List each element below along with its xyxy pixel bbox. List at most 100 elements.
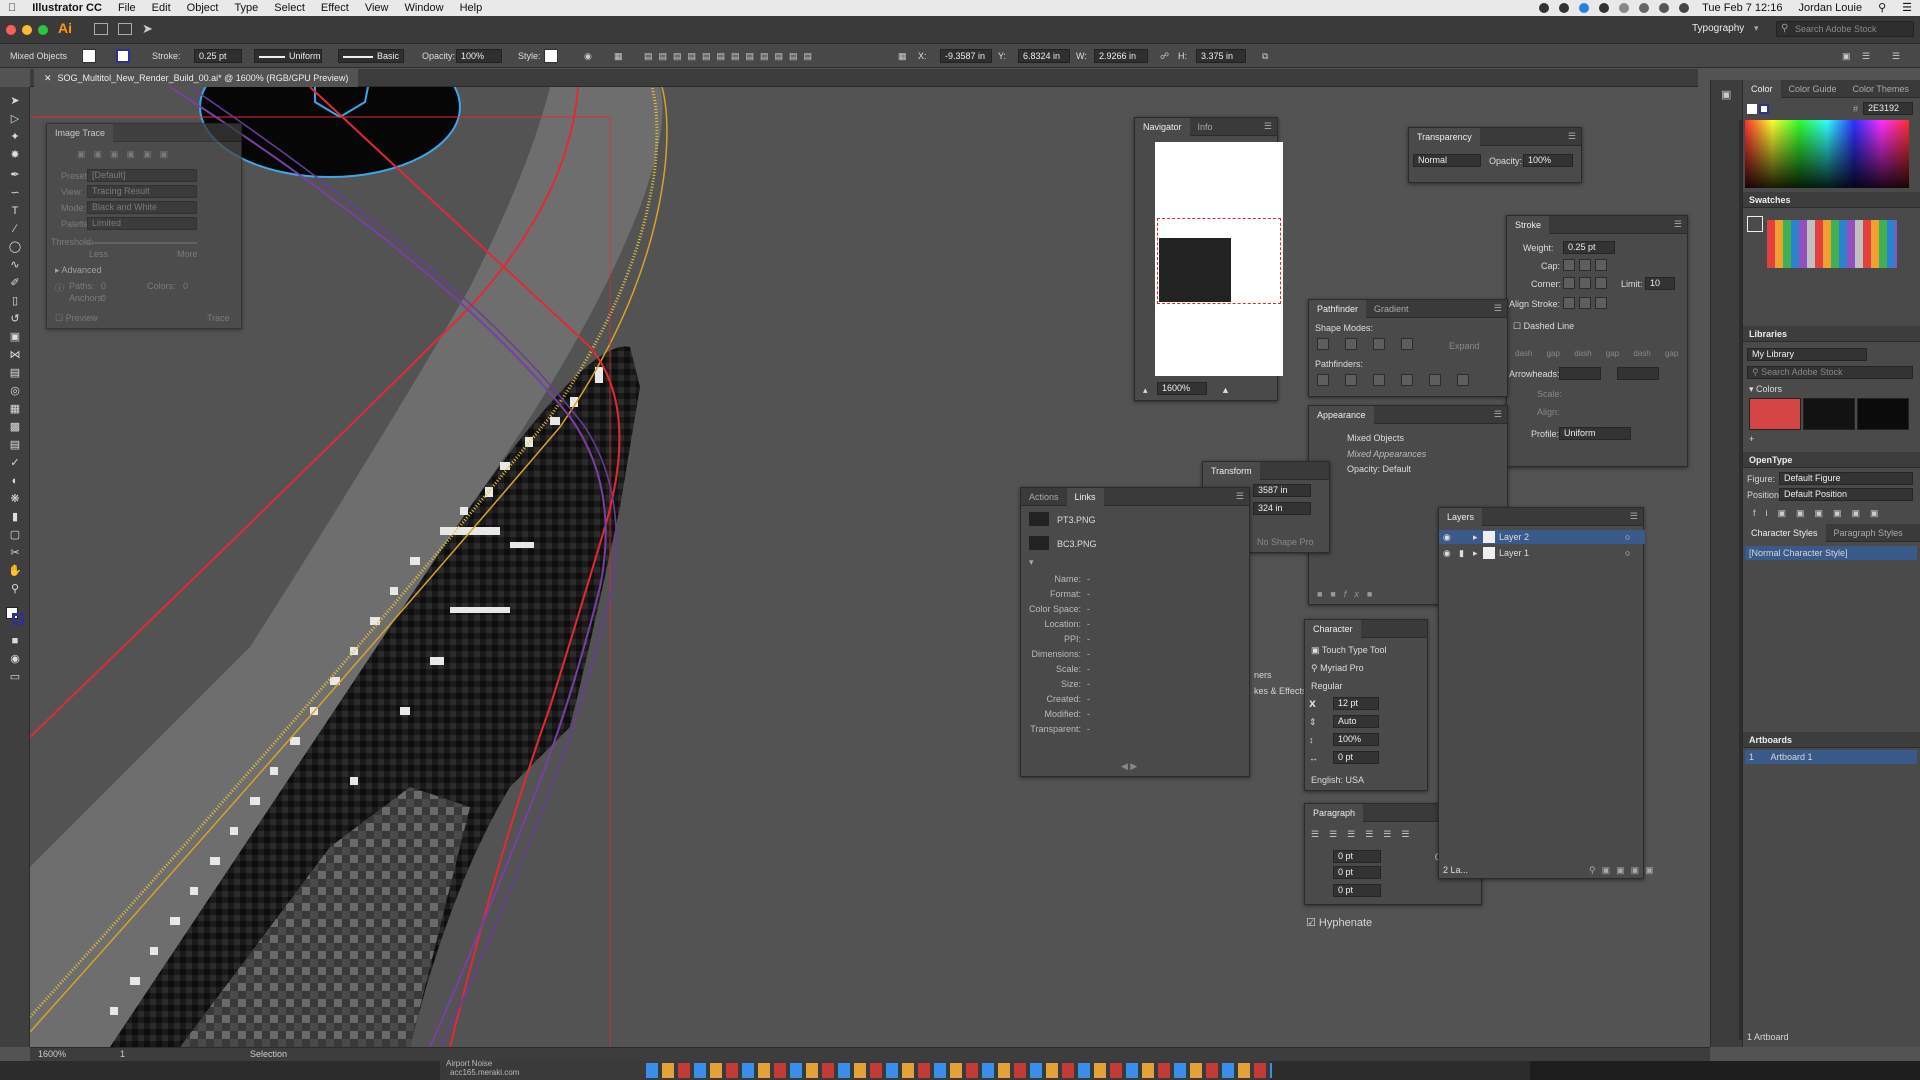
tab-character-styles[interactable]: Character Styles [1743, 523, 1826, 542]
lock-icon[interactable]: ▮ [1459, 547, 1464, 559]
align-outside-icon[interactable] [1595, 297, 1607, 309]
divide-icon[interactable] [1317, 374, 1329, 386]
fill-stroke-indicator[interactable] [1747, 216, 1763, 232]
align-center-icon[interactable] [1563, 297, 1575, 309]
app-name-menu[interactable]: Illustrator CC [24, 0, 110, 16]
cloud-icon[interactable] [1599, 3, 1610, 13]
panel-menu-icon[interactable]: ☰ [1862, 49, 1870, 63]
brush-definition[interactable]: Basic [338, 49, 404, 63]
selection-tool-icon[interactable]: ➤ [8, 95, 22, 107]
link-file[interactable]: PT3.PNG [1057, 514, 1096, 526]
constrain-link-icon[interactable]: ☍ [1160, 49, 1169, 63]
spotlight-icon[interactable]: ⚲ [1870, 0, 1894, 16]
first-line-indent-field[interactable]: 0 pt [1333, 866, 1381, 879]
free-transform-tool-icon[interactable]: ▤ [8, 367, 22, 379]
expand-arrow-icon[interactable]: ▸ [1473, 547, 1478, 559]
transform-icon[interactable]: ⧉ [1262, 49, 1268, 63]
direct-selection-tool-icon[interactable]: ▷ [8, 113, 22, 125]
transparency-title[interactable]: Transparency [1409, 127, 1480, 146]
profile-select[interactable]: Uniform [1559, 427, 1631, 440]
w-field[interactable]: 2.9266 in [1094, 49, 1148, 63]
rotate-tool-icon[interactable]: ↺ [8, 313, 22, 325]
panel-menu-icon[interactable]: ☰ [1236, 491, 1244, 502]
merge-icon[interactable] [1373, 374, 1385, 386]
panel-menu-icon[interactable]: ☰ [1568, 131, 1576, 142]
image-trace-title[interactable]: Image Trace [47, 123, 114, 142]
swatch-grid[interactable] [1767, 220, 1897, 268]
stroke-weight-field[interactable]: 0.25 pt [194, 49, 242, 63]
h-field[interactable]: 3.375 in [1196, 49, 1246, 63]
navigator-view-box[interactable] [1157, 218, 1281, 304]
tab-links[interactable]: Links [1066, 487, 1104, 506]
menu-select[interactable]: Select [266, 0, 313, 16]
layer-name[interactable]: Layer 1 [1499, 547, 1529, 559]
paintbrush-tool-icon[interactable]: ∿ [8, 259, 22, 271]
ellipse-tool-icon[interactable]: ◯ [8, 241, 22, 253]
minus-front-icon[interactable] [1345, 338, 1357, 350]
layers-title[interactable]: Layers [1439, 507, 1483, 526]
chevron-down-icon[interactable]: ▾ [1754, 23, 1759, 34]
tab-color[interactable]: Color [1743, 79, 1781, 98]
appearance-item[interactable]: Mixed Objects [1347, 432, 1404, 444]
view-select[interactable]: Tracing Result [87, 185, 197, 198]
minimize-window-icon[interactable] [22, 25, 32, 35]
eraser-tool-icon[interactable]: ▯ [8, 295, 22, 307]
minus-back-icon[interactable] [1457, 374, 1469, 386]
navigator-preview[interactable] [1155, 142, 1283, 376]
crop-icon[interactable] [1401, 374, 1413, 386]
trim-icon[interactable] [1345, 374, 1357, 386]
space-before-field[interactable]: 0 pt [1333, 884, 1381, 897]
preset-select[interactable]: [Default] [87, 169, 197, 182]
trace-preset-icons[interactable]: ▣▣▣▣▣▣ [77, 148, 176, 160]
leading-field[interactable]: Auto [1333, 715, 1379, 728]
notification-icon[interactable]: ☰ [1894, 0, 1920, 16]
wifi-icon[interactable] [1639, 3, 1650, 13]
screen-mode-icon[interactable]: ▭ [8, 671, 22, 683]
round-cap-icon[interactable] [1579, 259, 1591, 271]
expand-arrow-icon[interactable]: ▸ [1473, 531, 1478, 543]
position-select[interactable]: Default Position [1779, 488, 1913, 501]
column-graph-tool-icon[interactable]: ▮ [8, 511, 22, 523]
end-arrowhead-select[interactable] [1617, 367, 1659, 380]
opentype-feature-buttons[interactable]: fi▣▣▣▣▣▣ [1753, 508, 1889, 519]
magic-wand-tool-icon[interactable]: ✦ [8, 131, 22, 143]
tab-paragraph-styles[interactable]: Paragraph Styles [1826, 524, 1911, 542]
opacity-field[interactable]: 100% [456, 49, 502, 63]
threshold-slider[interactable] [87, 242, 197, 244]
line-tool-icon[interactable]: ∕ [8, 223, 22, 235]
butt-cap-icon[interactable] [1563, 259, 1575, 271]
panel-menu-icon[interactable]: ☰ [1494, 409, 1502, 420]
isolate-icon[interactable]: ▣ [1842, 49, 1851, 63]
tab-actions[interactable]: Actions [1021, 488, 1067, 506]
artboard-canvas[interactable]: Image Trace ▣▣▣▣▣▣ Preset: [Default] Vie… [30, 87, 1698, 1047]
panel-menu-icon[interactable]: ☰ [1264, 121, 1272, 132]
appearance-title[interactable]: Appearance [1309, 405, 1374, 424]
slice-tool-icon[interactable]: ✂ [8, 547, 22, 559]
panel-menu-icon[interactable]: ☰ [1674, 219, 1682, 230]
expand-button[interactable]: Expand [1449, 340, 1480, 352]
intersect-icon[interactable] [1373, 338, 1385, 350]
y-field[interactable]: 6.8324 in [1018, 49, 1070, 63]
cc-icon[interactable] [1559, 3, 1570, 13]
clock[interactable]: Tue Feb 7 12:16 [1694, 0, 1790, 16]
figure-select[interactable]: Default Figure [1779, 472, 1913, 485]
target-icon[interactable]: ○ [1625, 531, 1630, 543]
dock-app-icons[interactable] [646, 1063, 1272, 1078]
menu-file[interactable]: File [110, 0, 144, 16]
library-select[interactable]: My Library [1747, 348, 1867, 361]
width-tool-icon[interactable]: ⋈ [8, 349, 22, 361]
transform-title[interactable]: Transform [1203, 461, 1260, 480]
target-icon[interactable]: ○ [1625, 547, 1630, 559]
draw-mode-icon[interactable]: ◉ [8, 653, 22, 665]
color-mode-icon[interactable]: ■ [8, 635, 22, 647]
link-file[interactable]: BC3.PNG [1057, 538, 1097, 550]
apple-icon[interactable]:  [0, 0, 24, 16]
dashed-line-checkbox[interactable]: ☐ Dashed Line [1513, 320, 1574, 332]
fill-swatch[interactable] [1747, 104, 1757, 114]
menu-type[interactable]: Type [226, 0, 266, 16]
menu-effect[interactable]: Effect [313, 0, 357, 16]
layer-name[interactable]: Layer 2 [1499, 531, 1529, 543]
menu-object[interactable]: Object [179, 0, 227, 16]
mode-select[interactable]: Black and White [87, 201, 197, 214]
start-arrowhead-select[interactable] [1559, 367, 1601, 380]
